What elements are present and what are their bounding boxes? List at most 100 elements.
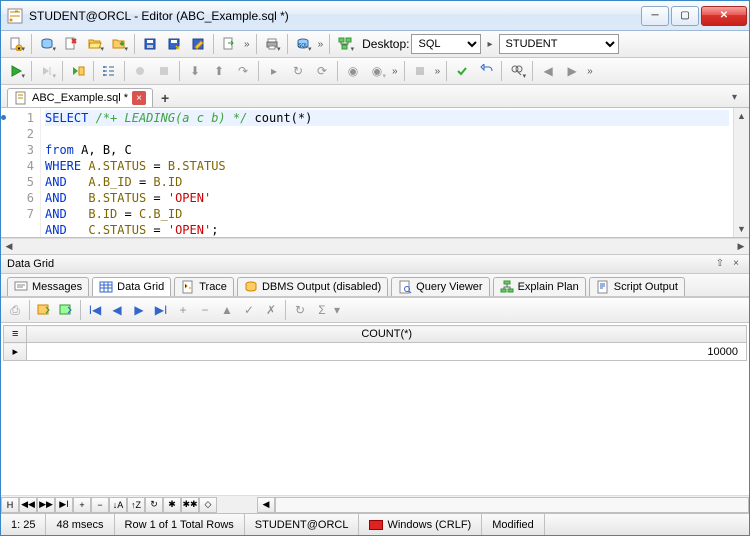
saveas-button[interactable] [163,33,185,55]
status-mod: Modified [482,514,545,535]
desktop-label: Desktop: [362,37,409,51]
nav-prev[interactable]: ◀ [107,300,127,320]
debug-8: ⟳ [311,60,333,82]
toolbar-exec: ⬇ ⬆ ↷ ▸ ↻ ⟳ ◉ ◉ ◀ ▶ [1,58,749,85]
minimize-button[interactable]: ─ [641,6,669,26]
tab-explain[interactable]: Explain Plan [493,277,586,296]
debug-9: ◉ [342,60,364,82]
result-grid[interactable]: ≡COUNT(*) ▸10000 [3,325,747,361]
grid-first[interactable]: H [1,497,19,513]
status-rows: Row 1 of 1 Total Rows [115,514,245,535]
execute-script-button[interactable] [36,60,58,82]
editor-vscroll[interactable]: ▲ ▼ [733,108,749,237]
tab-queryviewer[interactable]: Query Viewer [391,277,489,296]
nav-edit: ▲ [217,300,237,320]
grid-clear[interactable]: ◇ [199,497,217,513]
open-button[interactable] [84,33,106,55]
nav-first[interactable]: I◀ [85,300,105,320]
connection-combo[interactable]: STUDENT [499,34,619,54]
nav-next[interactable]: ▶ [129,300,149,320]
scroll-up[interactable]: ▲ [734,108,749,124]
tab-datagrid[interactable]: Data Grid [92,277,171,296]
cell-value[interactable]: 10000 [27,343,747,361]
file-tabs: ABC_Example.sql * × + ▾ [1,85,749,108]
outline-button[interactable] [98,60,120,82]
execute-explain-button[interactable] [67,60,89,82]
nav-refresh: ↻ [290,300,310,320]
grid-bookmark2[interactable]: ✱✱ [181,497,199,513]
row-indicator[interactable]: ▸ [4,343,27,361]
result-tabs: Messages Data Grid Trace DBMS Output (di… [1,274,749,297]
clear-button[interactable] [60,33,82,55]
grid-minus[interactable]: − [91,497,109,513]
toolbar-more-1[interactable] [242,39,252,50]
toolbar-main: ★ SQL Desktop: SQL STUDENT [1,31,749,58]
toolbar-more-2[interactable] [316,39,326,50]
exec-more-2[interactable] [433,66,443,77]
sql-button[interactable]: SQL [292,33,314,55]
grid-filter[interactable]: ↻ [145,497,163,513]
status-time: 48 msecs [46,514,114,535]
statusbar: 1: 25 48 msecs Row 1 of 1 Total Rows STU… [1,513,749,535]
save-button[interactable] [139,33,161,55]
grid-nav-bar: H ◀◀ ▶▶ ▶I + − ↓A ↑Z ↻ ✱ ✱✱ ◇ ◀ [1,495,749,513]
grid-plus[interactable]: + [73,497,91,513]
col-header[interactable]: COUNT(*) [27,326,747,343]
tab-script[interactable]: Script Output [589,277,685,296]
load-button[interactable] [108,33,130,55]
close-panel-button[interactable]: × [729,257,743,271]
file-tab-active[interactable]: ABC_Example.sql * × [7,88,153,107]
close-button[interactable]: ✕ [701,6,747,26]
rollback-button[interactable] [475,60,497,82]
nav-export2[interactable] [56,300,76,320]
svg-text:★: ★ [17,46,22,51]
export-button[interactable] [218,33,240,55]
nav-last[interactable]: ▶I [151,300,171,320]
pin-button[interactable]: ⇧ [713,257,727,271]
exec-more-3[interactable] [585,66,595,77]
code-editor[interactable]: 1234567 SELECT /*+ LEADING(a c b) */ cou… [1,108,749,238]
cancel-exec-button [409,60,431,82]
maximize-button[interactable]: ▢ [671,6,699,26]
editor-hscroll[interactable]: ◀ ▶ [1,238,749,254]
grid-hscroll-left[interactable]: ◀ [257,497,275,513]
grid-sort[interactable]: ↓A [109,497,127,513]
grid-nextpage[interactable]: ▶▶ [37,497,55,513]
grid-corner[interactable]: ≡ [4,326,27,343]
commit-button[interactable] [451,60,473,82]
sql-file-icon [14,91,28,105]
debug-6: ▸ [263,60,285,82]
hscroll-right[interactable]: ▶ [733,241,749,252]
execute-button[interactable] [5,60,27,82]
tab-list-button[interactable]: ▾ [732,92,743,103]
new-button[interactable]: ★ [5,33,27,55]
nav-cancel: ✗ [261,300,281,320]
edit-button[interactable] [187,33,209,55]
debug-5: ↷ [232,60,254,82]
print-button[interactable] [261,33,283,55]
schema-button[interactable] [334,33,356,55]
status-indicator-icon [369,520,383,530]
desktop-combo[interactable]: SQL [411,34,481,54]
nav-print: ⎙ [5,300,25,320]
tab-messages[interactable]: Messages [7,277,89,296]
find-button[interactable] [506,60,528,82]
nav-fwd-button: ▶ [561,60,583,82]
desktop-more[interactable] [485,39,494,50]
tab-trace[interactable]: Trace [174,277,234,296]
hscroll-left[interactable]: ◀ [1,241,17,252]
add-tab-button[interactable]: + [157,90,173,106]
debug-3: ⬇ [184,60,206,82]
grid-prevpage[interactable]: ◀◀ [19,497,37,513]
file-tab-close[interactable]: × [132,91,146,105]
exec-more-1[interactable] [390,66,400,77]
nav-del: − [195,300,215,320]
tab-dbms[interactable]: DBMS Output (disabled) [237,277,388,296]
sql-recall-button[interactable] [36,33,58,55]
grid-last[interactable]: ▶I [55,497,73,513]
titlebar: STUDENT@ORCL - Editor (ABC_Example.sql *… [1,1,749,31]
grid-bookmark[interactable]: ✱ [163,497,181,513]
grid-sort2[interactable]: ↑Z [127,497,145,513]
nav-export1[interactable] [34,300,54,320]
scroll-down[interactable]: ▼ [734,221,749,237]
